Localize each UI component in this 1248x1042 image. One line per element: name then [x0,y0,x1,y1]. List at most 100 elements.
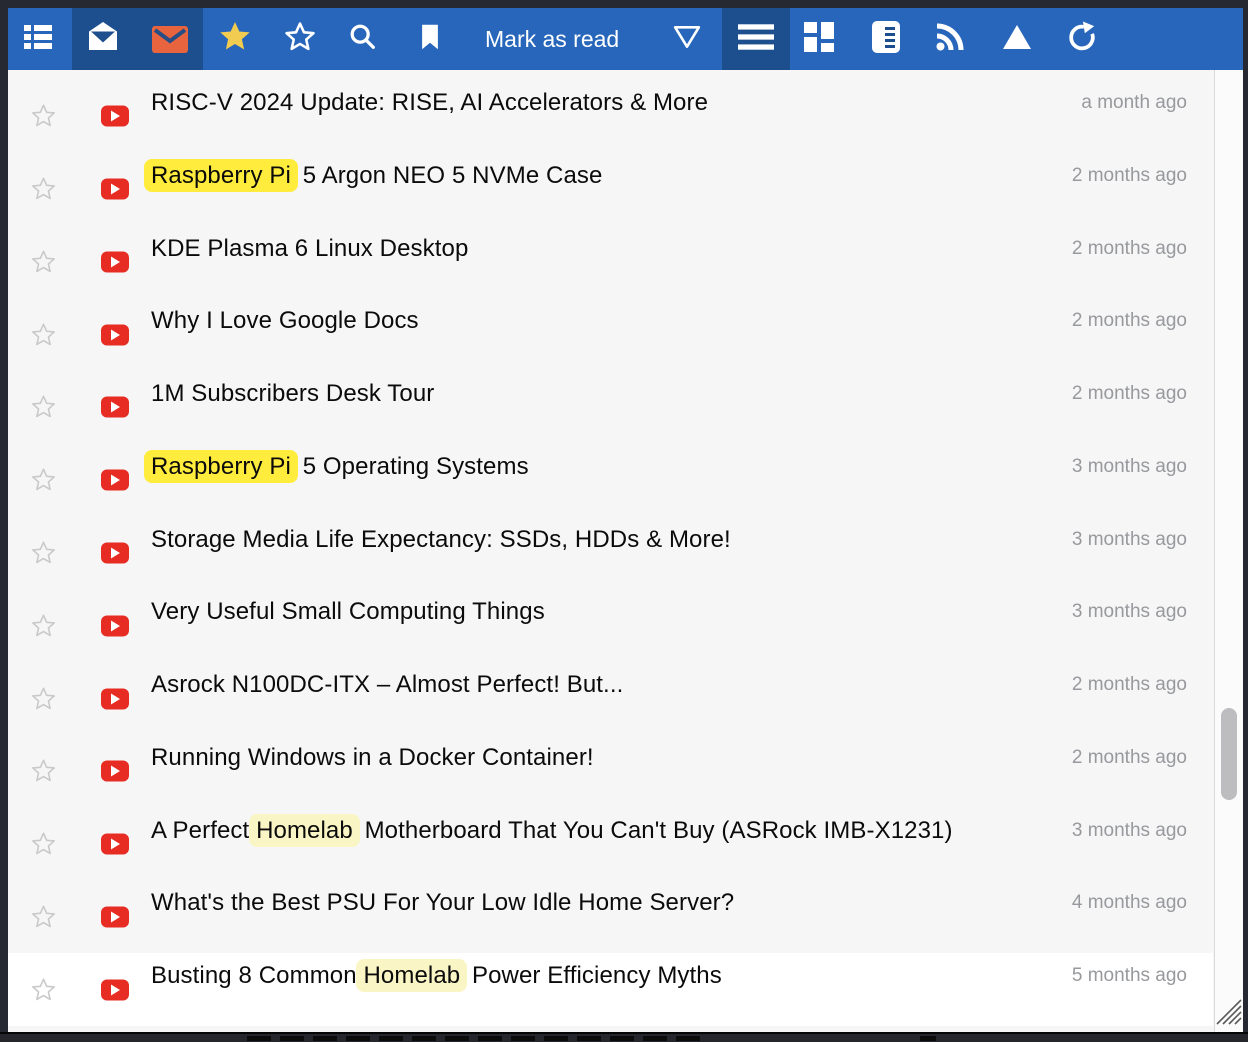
youtube-icon [101,179,129,200]
title-text: RISC-V 2024 Update: RISE, AI Accelerator… [151,89,708,116]
list-item[interactable]: 1M Subscribers Desk Tour 2 months ago [8,371,1213,444]
highlighted-keyword: Homelab [249,814,360,847]
title-text: Asrock N100DC-ITX – Almost Perfect! But.… [151,671,623,698]
item-title: RISC-V 2024 Update: RISE, AI Accelerator… [151,89,708,117]
star-toggle[interactable] [30,685,57,712]
youtube-icon [101,106,129,127]
scrollbar-track[interactable] [1214,70,1243,1032]
list-item[interactable]: Busting 8 Common Homelab Power Efficienc… [8,953,1213,1026]
star-toggle[interactable] [30,758,57,785]
title-text: What's the Best PSU For Your Low Idle Ho… [151,889,734,916]
reader-view-button[interactable] [862,8,910,70]
item-title: What's the Best PSU For Your Low Idle Ho… [151,889,734,917]
list-item[interactable]: A Perfect Homelab Motherboard That You C… [8,808,1213,881]
list-item[interactable]: Why I Love Google Docs 2 months ago [8,298,1213,371]
filter-button[interactable] [663,8,711,70]
youtube-icon [101,470,129,491]
starred-filter-button[interactable] [211,8,259,70]
star-toggle[interactable] [30,903,57,930]
scrollbar-thumb[interactable] [1221,708,1237,800]
title-text: 1M Subscribers Desk Tour [151,380,434,407]
item-title: KDE Plasma 6 Linux Desktop [151,235,468,263]
title-text: Storage Media Life Expectancy: SSDs, HDD… [151,526,731,553]
grid-layout-icon [804,22,834,57]
bookmark-button[interactable] [406,8,454,70]
youtube-icon [101,397,129,418]
scroll-top-button[interactable] [993,8,1041,70]
list-item[interactable]: Asrock N100DC-ITX – Almost Perfect! But.… [8,662,1213,735]
title-text: Power Efficiency Myths [465,962,722,989]
list-item[interactable]: What's the Best PSU For Your Low Idle Ho… [8,880,1213,953]
star-filled-icon [217,19,253,60]
item-age: 3 months ago [1072,529,1187,551]
item-age: 2 months ago [1072,165,1187,187]
search-button[interactable] [339,8,387,70]
item-age: 2 months ago [1072,238,1187,260]
list-item[interactable]: Raspberry Pi 5 Argon NEO 5 NVMe Case2 mo… [8,153,1213,226]
star-outline-icon [283,20,317,59]
title-text: 5 Argon NEO 5 NVMe Case [296,162,603,189]
title-text: Very Useful Small Computing Things [151,598,545,625]
article-list-pane: RISC-V 2024 Update: RISE, AI Accelerator… [8,70,1243,1032]
list-item[interactable]: KDE Plasma 6 Linux Desktop 2 months ago [8,226,1213,299]
list-item[interactable]: Raspberry Pi 5 Operating Systems3 months… [8,444,1213,517]
menu-button[interactable] [732,8,780,70]
star-toggle[interactable] [30,103,57,130]
star-article-button[interactable] [276,8,324,70]
item-age: 4 months ago [1072,892,1187,914]
youtube-icon [101,615,129,636]
item-title: Why I Love Google Docs [151,307,419,335]
item-age: 2 months ago [1072,383,1187,405]
list-item[interactable]: RISC-V 2024 Update: RISE, AI Accelerator… [8,80,1213,153]
youtube-icon [101,324,129,345]
resize-grip-icon[interactable] [1215,997,1242,1030]
item-title: Busting 8 Common Homelab Power Efficienc… [151,962,722,990]
title-text: Why I Love Google Docs [151,307,419,334]
open-envelope-button[interactable] [79,8,127,70]
star-toggle[interactable] [30,176,57,203]
triangle-down-icon [673,25,701,54]
rss-button[interactable] [926,8,974,70]
item-title: Raspberry Pi 5 Operating Systems [151,453,529,481]
item-title: Asrock N100DC-ITX – Almost Perfect! But.… [151,671,623,699]
item-age: 2 months ago [1072,747,1187,769]
title-text: Running Windows in a Docker Container! [151,744,594,771]
star-toggle[interactable] [30,467,57,494]
youtube-icon [101,979,129,1000]
layout-button[interactable] [795,8,843,70]
list-icon [22,21,54,58]
highlighted-keyword: Homelab [356,959,467,992]
article-list-button[interactable] [14,8,62,70]
mark-as-read-button[interactable]: Mark as read [485,8,619,70]
item-age: 3 months ago [1072,601,1187,623]
star-toggle[interactable] [30,539,57,566]
star-toggle[interactable] [30,394,57,421]
star-toggle[interactable] [30,321,57,348]
item-age: 3 months ago [1072,820,1187,842]
list-item[interactable]: Running Windows in a Docker Container! 2 … [8,735,1213,808]
item-title: Very Useful Small Computing Things [151,598,545,626]
highlighted-keyword: Raspberry Pi [144,450,298,483]
hamburger-icon [738,23,774,56]
window-bottom-edge [0,1032,1248,1042]
list-item[interactable]: Storage Media Life Expectancy: SSDs, HDD… [8,517,1213,590]
item-age: 5 months ago [1072,965,1187,987]
youtube-icon [101,542,129,563]
triangle-up-icon [1002,24,1032,55]
bookmark-icon [416,22,444,57]
list-item[interactable]: Very Useful Small Computing Things 3 mont… [8,589,1213,662]
item-title: Storage Media Life Expectancy: SSDs, HDD… [151,526,731,554]
item-age: 2 months ago [1072,310,1187,332]
title-text: KDE Plasma 6 Linux Desktop [151,235,468,262]
mark-unread-button[interactable] [146,8,194,70]
star-toggle[interactable] [30,976,57,1003]
item-title: Running Windows in a Docker Container! [151,744,594,772]
refresh-button[interactable] [1058,8,1106,70]
title-text: A Perfect [151,817,256,844]
star-toggle[interactable] [30,831,57,858]
star-toggle[interactable] [30,612,57,639]
star-toggle[interactable] [30,248,57,275]
item-age: a month ago [1081,92,1187,114]
article-list: RISC-V 2024 Update: RISE, AI Accelerator… [8,70,1213,1032]
youtube-icon [101,251,129,272]
